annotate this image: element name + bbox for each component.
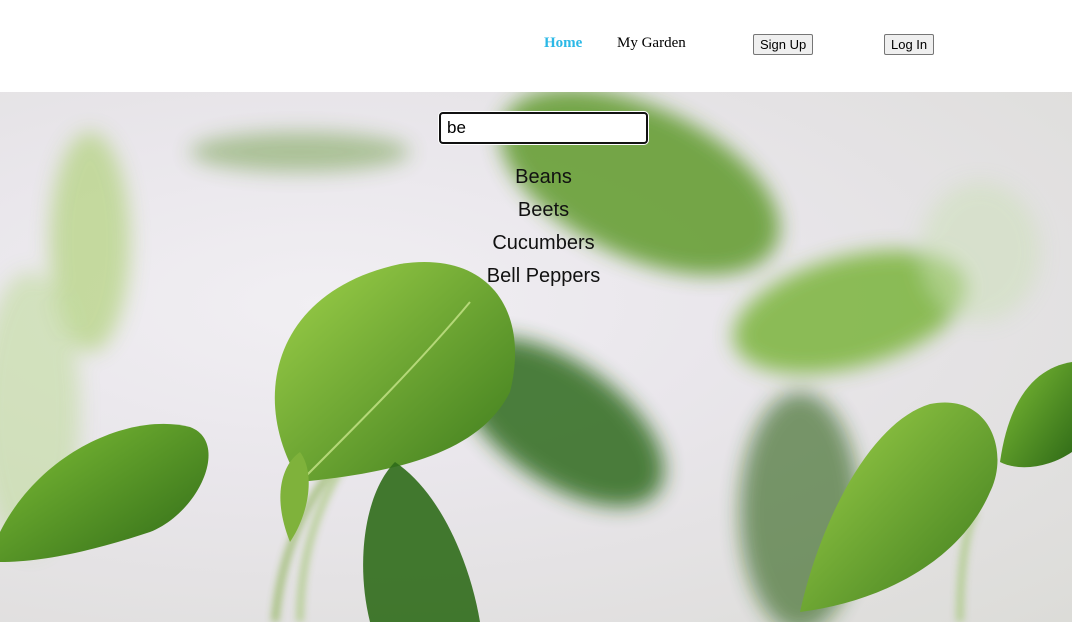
top-navigation: Home My Garden Sign Up Log In — [0, 0, 1072, 92]
suggestion-item[interactable]: Beets — [400, 194, 687, 227]
suggestion-item[interactable]: Beans — [400, 161, 687, 194]
log-in-button[interactable]: Log In — [884, 34, 935, 55]
suggestion-item[interactable]: Cucumbers — [400, 227, 687, 260]
nav-my-garden-link[interactable]: My Garden — [617, 35, 686, 52]
suggestion-item[interactable]: Bell Peppers — [400, 260, 687, 293]
search-suggestions-list: Beans Beets Cucumbers Bell Peppers — [400, 161, 687, 293]
plant-search-input[interactable] — [439, 112, 648, 144]
sign-up-button[interactable]: Sign Up — [753, 34, 814, 55]
nav-home-link[interactable]: Home — [544, 35, 582, 52]
